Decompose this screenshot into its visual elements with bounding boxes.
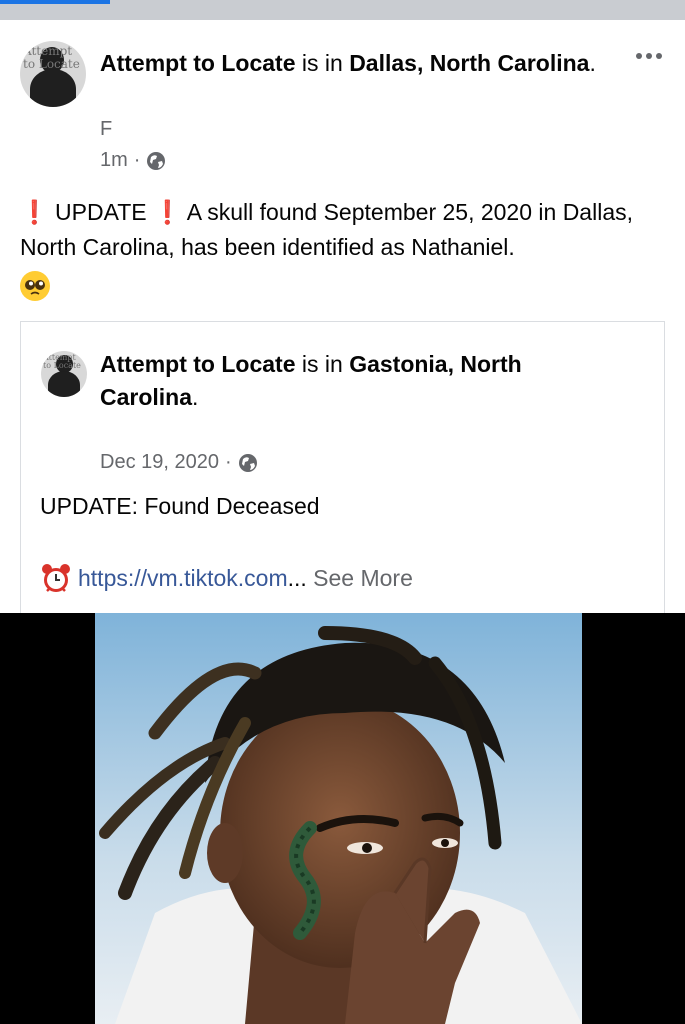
more-options-icon[interactable] [636, 48, 668, 64]
loading-progress-bar [0, 0, 110, 4]
tiktok-link[interactable]: https://vm.tiktok.com [78, 565, 288, 591]
exclamation-icon: ❗ [153, 199, 182, 225]
location-link[interactable]: Dallas, North Carolina [349, 50, 589, 76]
post-sub-line: F [100, 118, 112, 141]
post-photo-container[interactable] [0, 613, 685, 1024]
shared-author-name-link[interactable]: Attempt to Locate [100, 351, 296, 377]
author-avatar[interactable]: Attempt to Locate [20, 41, 86, 107]
post-sub-line-text: F [100, 118, 113, 140]
post-meta: 1m · [100, 149, 166, 172]
pleading-face-emoji [20, 270, 50, 301]
see-more-link[interactable]: See More [313, 565, 413, 591]
header-period: . [192, 384, 199, 410]
header-connector: is in [301, 50, 343, 76]
shared-post-meta: Dec 19, 2020 · [100, 451, 258, 474]
post-header: Attempt to Locate is in Dallas, North Ca… [100, 47, 600, 80]
post-timestamp[interactable]: 1m [100, 149, 128, 172]
shared-link-line: https://vm.tiktok.com... See More [40, 562, 413, 594]
shared-header-connector: is in [301, 351, 343, 377]
update-word: UPDATE [55, 199, 147, 225]
shared-post-date[interactable]: Dec 19, 2020 [100, 451, 219, 474]
globe-icon [147, 151, 166, 170]
exclamation-icon: ❗ [20, 199, 49, 225]
shared-post-header: Attempt to Locate is in Gastonia, North … [100, 348, 620, 414]
globe-icon [238, 453, 257, 472]
meta-separator: · [133, 149, 141, 171]
meta-separator: · [224, 451, 232, 473]
post-message: ❗ UPDATE ❗ A skull found September 25, 2… [20, 195, 670, 301]
shared-status-text: UPDATE: Found Deceased [40, 493, 320, 519]
post-photo[interactable] [95, 613, 582, 1024]
author-name-link[interactable]: Attempt to Locate [100, 50, 296, 76]
top-spacer [0, 20, 685, 32]
avatar-watermark: Attempt to Locate [43, 353, 81, 371]
header-period: . [589, 50, 596, 76]
shared-author-avatar[interactable]: Attempt to Locate [41, 351, 87, 397]
avatar-watermark: Attempt to Locate [23, 44, 80, 71]
alarm-clock-icon [42, 564, 70, 592]
link-ellipsis: ... [287, 565, 307, 591]
